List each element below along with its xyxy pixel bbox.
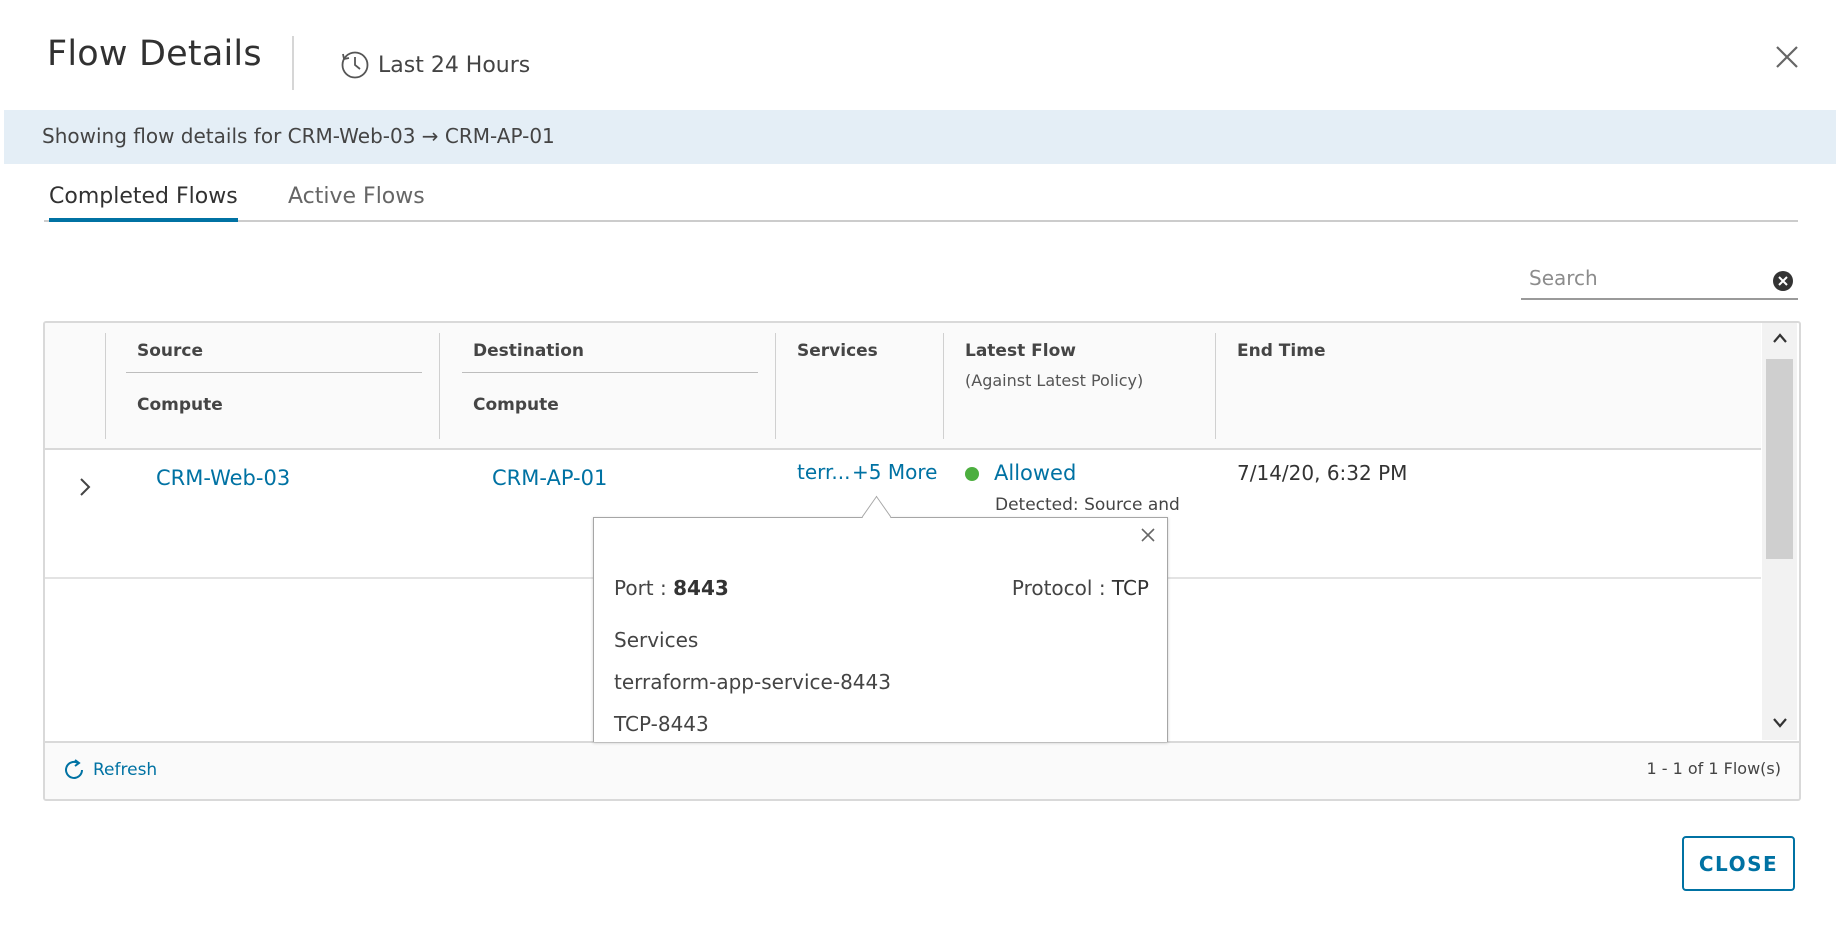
popover-port-label: Port : (614, 576, 674, 600)
row-service-more-link[interactable]: +5 More (852, 460, 937, 484)
services-popover: Port : 8443 Protocol : TCP Services terr… (593, 495, 1168, 742)
popover-service-item: terraform-app-service-8443 (614, 670, 891, 694)
header-source-underline (126, 372, 422, 373)
chevron-right-icon[interactable] (77, 476, 93, 498)
tab-completed-flows[interactable]: Completed Flows (49, 184, 238, 222)
popover-protocol-label: Protocol : (1011, 576, 1112, 600)
status-dot-icon (965, 467, 979, 481)
header-services[interactable]: Services (797, 341, 878, 361)
header-latest-flow[interactable]: Latest Flow (965, 341, 1076, 361)
popover-close-icon[interactable] (1139, 526, 1157, 544)
popover-protocol: Protocol : TCP (1012, 576, 1149, 600)
column-separator (1215, 333, 1216, 439)
popover-port-value: 8443 (673, 576, 729, 600)
scroll-up-icon[interactable] (1771, 331, 1789, 345)
table-footer: Refresh 1 - 1 of 1 Flow(s) (45, 741, 1799, 799)
tab-active-flows[interactable]: Active Flows (288, 184, 425, 218)
column-separator (105, 333, 106, 439)
column-separator (775, 333, 776, 439)
close-button[interactable]: CLOSE (1682, 836, 1795, 891)
clock-history-icon (341, 51, 369, 79)
scrollbar-thumb[interactable] (1766, 359, 1793, 559)
header-end-time[interactable]: End Time (1237, 341, 1325, 361)
popover-port: Port : 8443 (614, 576, 729, 600)
info-banner-text: Showing flow details for CRM-Web-03 → CR… (42, 124, 555, 148)
clear-search-icon[interactable] (1772, 270, 1794, 292)
header-destination-compute[interactable]: Compute (473, 395, 559, 415)
row-source-link[interactable]: CRM-Web-03 (156, 466, 290, 490)
header-source[interactable]: Source (137, 341, 203, 361)
time-range[interactable]: Last 24 Hours (340, 50, 530, 80)
table-header: Source Compute Destination Compute Servi… (45, 323, 1761, 450)
column-separator (439, 333, 440, 439)
header-destination[interactable]: Destination (473, 341, 584, 361)
flow-count: 1 - 1 of 1 Flow(s) (1646, 759, 1781, 778)
header-source-compute[interactable]: Compute (137, 395, 223, 415)
row-status-allowed[interactable]: Allowed (994, 461, 1076, 485)
dialog-title: Flow Details (47, 34, 262, 74)
title-divider (292, 36, 294, 90)
header-latest-flow-sub: (Against Latest Policy) (965, 371, 1144, 390)
refresh-button[interactable]: Refresh (61, 757, 157, 783)
info-banner: Showing flow details for CRM-Web-03 → CR… (4, 110, 1836, 164)
popover-services-label: Services (614, 628, 699, 652)
row-end-time: 7/14/20, 6:32 PM (1237, 461, 1408, 485)
search-input[interactable] (1521, 262, 1767, 294)
header-destination-underline (462, 372, 758, 373)
close-icon[interactable] (1772, 42, 1802, 72)
popover-service-item: TCP-8443 (614, 712, 709, 736)
search-box (1521, 262, 1798, 300)
popover-protocol-value: TCP (1111, 576, 1149, 600)
tab-bar: Completed Flows Active Flows (44, 180, 1798, 222)
vertical-scrollbar[interactable] (1762, 323, 1797, 740)
refresh-icon (65, 759, 83, 779)
column-separator (943, 333, 944, 439)
scroll-down-icon[interactable] (1771, 716, 1789, 730)
row-service-short[interactable]: terr... (797, 460, 850, 484)
row-destination-link[interactable]: CRM-AP-01 (492, 466, 607, 490)
refresh-label: Refresh (93, 760, 158, 780)
time-range-label: Last 24 Hours (378, 52, 531, 78)
row-detected-text: Detected: Source and (995, 495, 1180, 515)
